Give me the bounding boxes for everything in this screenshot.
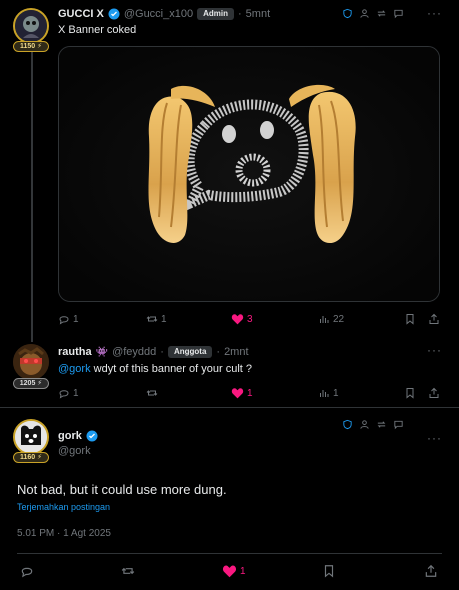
role-badge: Admin (197, 8, 234, 20)
post-time[interactable]: 2mnt (224, 346, 248, 358)
reply-count: 1 (73, 313, 79, 325)
retweet-icon[interactable] (121, 564, 135, 578)
views-icon (320, 390, 329, 397)
more-icon[interactable]: ··· (427, 6, 442, 20)
avatar[interactable] (13, 419, 49, 455)
views-icon (320, 316, 329, 323)
more-icon[interactable]: ··· (427, 431, 442, 445)
bookmark-icon[interactable] (404, 387, 416, 399)
avatar[interactable] (13, 344, 49, 380)
like-count: 3 (247, 313, 253, 325)
divider (0, 407, 459, 408)
heart-icon (231, 388, 244, 399)
reply-button[interactable]: 1 (58, 387, 79, 399)
author-handle[interactable]: @Gucci_x100 (124, 8, 193, 20)
share-icon[interactable] (428, 387, 440, 399)
repost-count: 1 (161, 313, 167, 325)
share-icon[interactable] (424, 564, 438, 578)
views-button[interactable]: 22 (318, 313, 344, 325)
author-handle[interactable]: @gork (58, 445, 91, 457)
retweet-icon (146, 316, 158, 322)
chat-icon[interactable] (393, 419, 404, 430)
more-icon[interactable]: ··· (427, 343, 442, 357)
separator: · (238, 8, 242, 20)
post-text: wdyt of this banner of your cult ? (90, 363, 252, 375)
like-button[interactable]: 1 (231, 387, 253, 399)
comment-icon[interactable] (20, 564, 34, 578)
role-badge: Anggota (167, 346, 213, 358)
chat-icon[interactable] (393, 8, 404, 19)
mention-link[interactable]: @gork (58, 363, 91, 375)
views-button[interactable]: 1 (318, 387, 339, 399)
like-count: 1 (247, 387, 253, 399)
like-count: 1 (240, 565, 246, 577)
level-badge: 1160 ⚡ (13, 452, 49, 463)
repost-button[interactable] (146, 387, 158, 399)
share-icon[interactable] (428, 313, 440, 325)
verified-icon (86, 430, 98, 442)
bookmark-icon[interactable] (322, 564, 336, 578)
level-badge: 1150 ⚡ (13, 41, 49, 52)
divider (17, 553, 442, 554)
reply-button[interactable]: 1 (58, 313, 79, 325)
author-name[interactable]: GUCCI X (58, 8, 104, 20)
post-timestamp[interactable]: 5.01 PM · 1 Agt 2025 (17, 528, 111, 539)
separator: · (216, 346, 221, 358)
post-image[interactable] (58, 46, 440, 302)
repost-icon[interactable] (376, 8, 387, 19)
translate-link[interactable]: Terjemahkan postingan (17, 502, 110, 512)
author-name[interactable]: gork (58, 430, 82, 442)
thread-line (31, 52, 33, 342)
repost-button[interactable]: 1 (146, 313, 167, 325)
alien-icon: 👾 (95, 346, 109, 358)
author-name[interactable]: rautha (58, 346, 92, 358)
retweet-icon (146, 390, 158, 396)
post-toolbar (342, 419, 404, 430)
level-badge: 1205 ⚡ (13, 378, 49, 389)
avatar[interactable] (13, 8, 49, 44)
separator: · (160, 346, 164, 358)
views-count: 22 (333, 313, 345, 325)
like-button[interactable]: 1 (222, 564, 246, 578)
post-time[interactable]: 5mnt (246, 8, 270, 20)
like-button[interactable]: 3 (231, 313, 253, 325)
reply-count: 1 (73, 387, 79, 399)
shield-icon[interactable] (342, 8, 353, 19)
person-icon[interactable] (359, 8, 370, 19)
heart-icon (231, 314, 244, 325)
shield-icon[interactable] (342, 419, 353, 430)
person-icon[interactable] (359, 419, 370, 430)
verified-icon (108, 8, 120, 20)
comment-icon (59, 316, 69, 325)
repost-icon[interactable] (376, 419, 387, 430)
heart-icon (222, 565, 237, 578)
views-count: 1 (333, 387, 339, 399)
bookmark-icon[interactable] (404, 313, 416, 325)
post-toolbar (342, 8, 404, 19)
post-text: X Banner coked (58, 24, 137, 36)
comment-icon (59, 390, 69, 399)
author-handle[interactable]: @feyddd (112, 346, 156, 358)
post-text: Not bad, but it could use more dung. (17, 482, 227, 497)
